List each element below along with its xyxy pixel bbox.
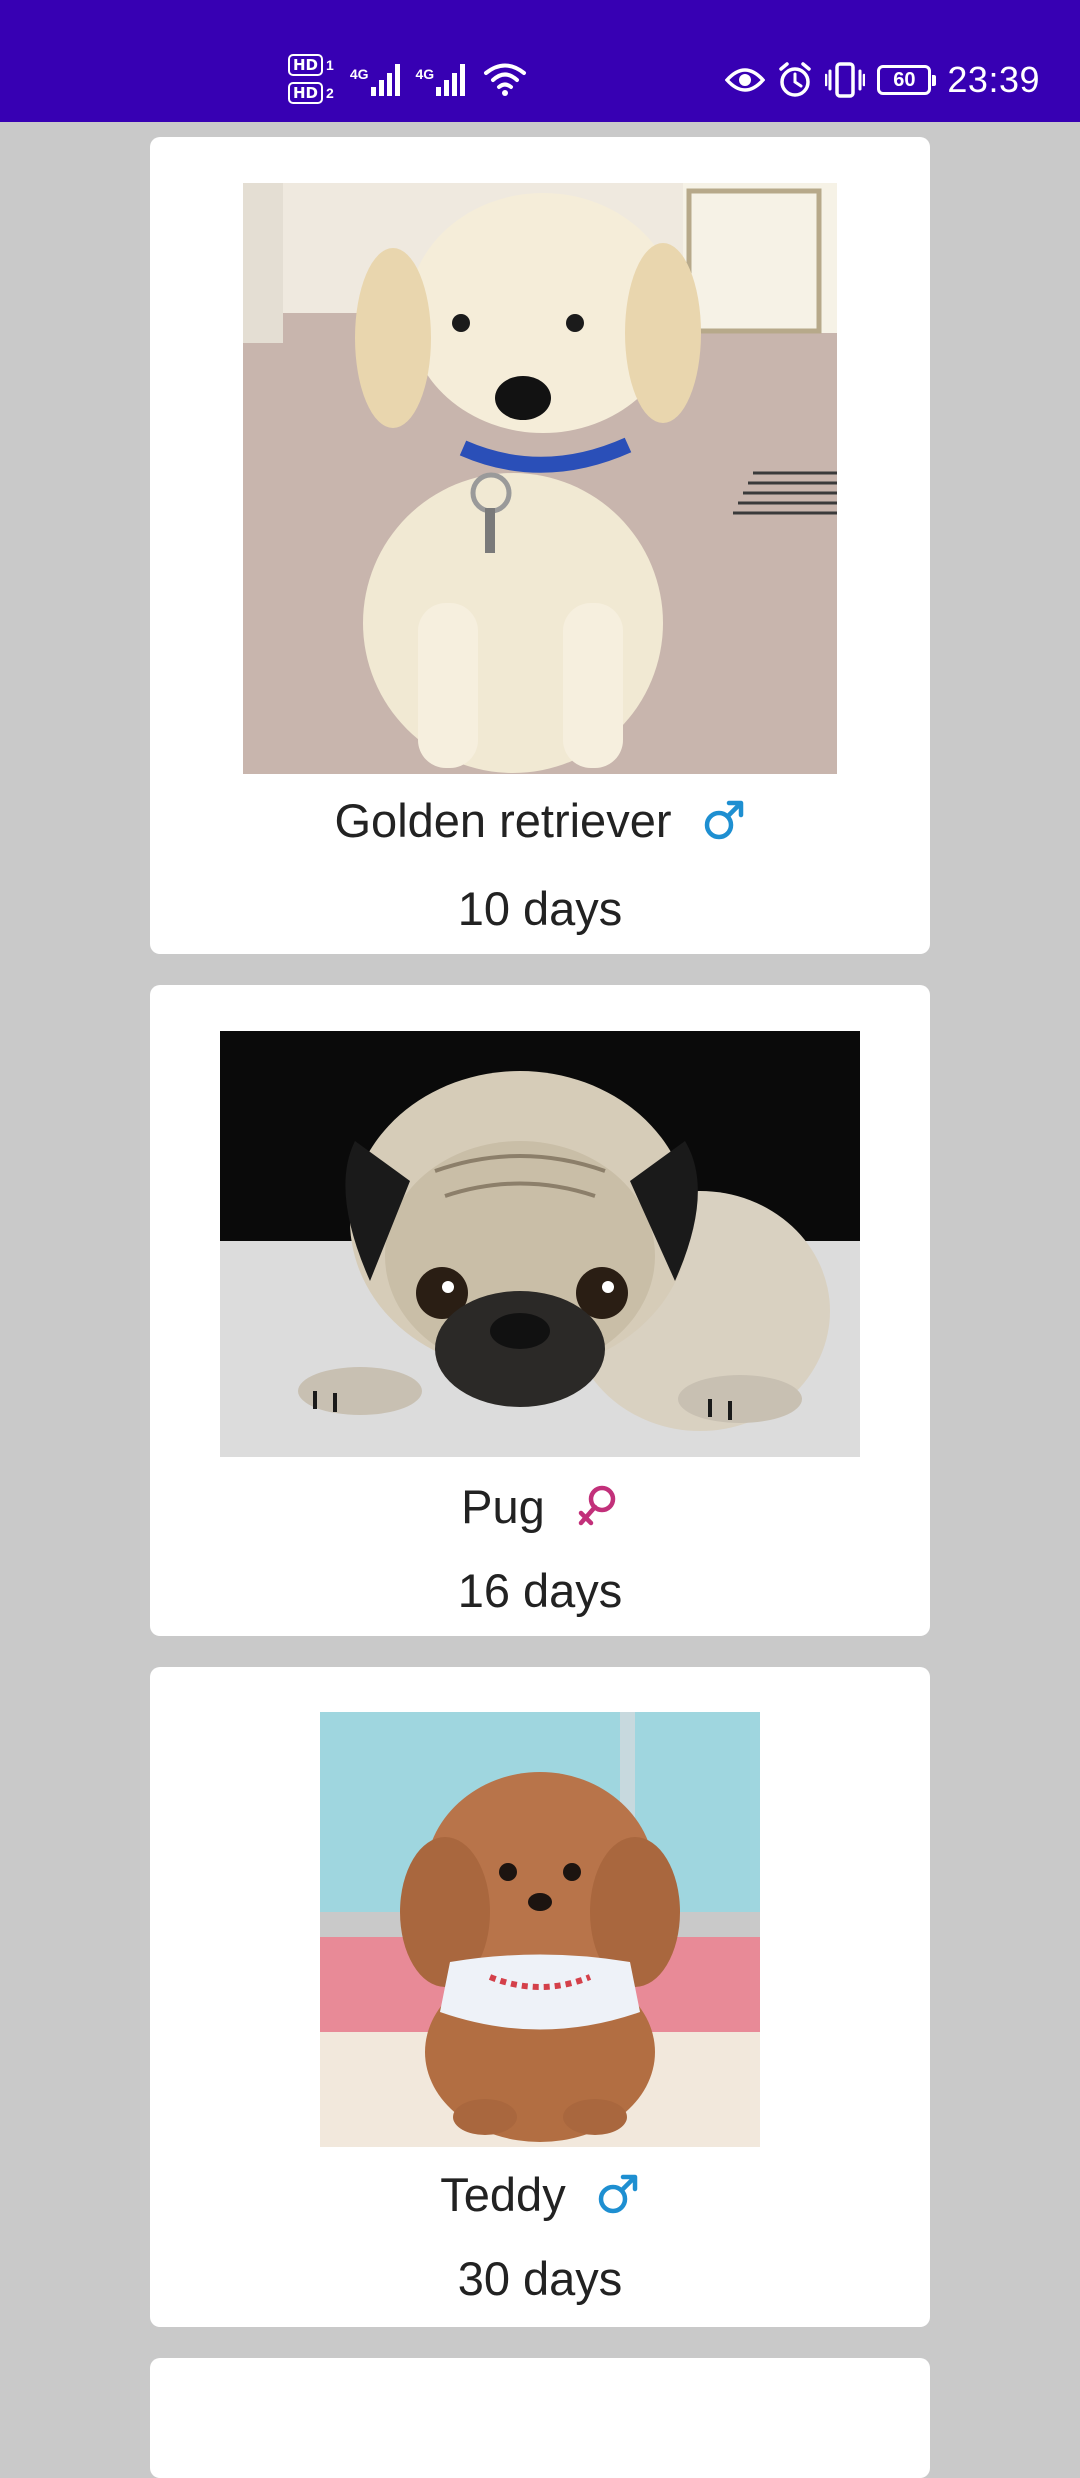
wifi-icon	[484, 63, 527, 96]
pet-name: Pug	[461, 1479, 545, 1533]
status-bar: HD 1 HD 2 4G 4G 60 23:39	[0, 0, 1080, 122]
battery-level: 60	[893, 68, 916, 91]
male-icon	[598, 2174, 637, 2214]
hd-badge-1: HD	[288, 54, 324, 76]
pet-age: 16 days	[457, 1564, 623, 1617]
pet-title-row: Pug	[150, 1476, 930, 1536]
sim-number-1: 1	[326, 57, 334, 73]
pet-age: 10 days	[457, 882, 623, 935]
clock: 23:39	[947, 59, 1040, 100]
pet-card-teddy[interactable]: Teddy 30 days	[150, 1667, 930, 2327]
pet-title-row: Teddy	[150, 2164, 930, 2224]
alarm-icon	[779, 62, 812, 97]
pet-photo-teddy	[320, 1712, 760, 2147]
hd-badge-2: HD	[288, 82, 324, 104]
sim-number-2: 2	[326, 85, 334, 101]
pet-card-golden-retriever[interactable]: Golden retriever 10 days	[150, 137, 930, 954]
pet-name: Teddy	[440, 2167, 566, 2221]
signal-group-2: 4G	[416, 62, 466, 96]
pet-card-partial[interactable]	[150, 2358, 930, 2478]
hd-indicators: HD 1 HD 2	[288, 54, 334, 104]
eye-icon	[725, 68, 766, 92]
signal-bars-icon	[436, 62, 466, 96]
pet-title-row: Golden retriever	[150, 790, 930, 850]
signal-bars-icon	[370, 62, 400, 96]
pet-age: 30 days	[457, 2252, 623, 2305]
status-right-group: 60 23:39	[725, 52, 1040, 108]
status-left-group: HD 1 HD 2 4G 4G	[288, 44, 527, 114]
pet-name: Golden retriever	[334, 793, 672, 847]
vibrate-icon	[825, 62, 866, 98]
network-type-1: 4G	[349, 66, 369, 82]
pet-photo-pug	[220, 1031, 860, 1457]
pet-card-pug[interactable]: Pug 16 days	[150, 985, 930, 1636]
battery-icon: 60	[877, 65, 937, 95]
signal-group-1: 4G	[350, 62, 400, 96]
network-type-2: 4G	[415, 66, 435, 82]
pet-photo-golden-retriever	[243, 183, 837, 774]
male-icon	[704, 800, 743, 840]
female-icon	[578, 1485, 616, 1526]
